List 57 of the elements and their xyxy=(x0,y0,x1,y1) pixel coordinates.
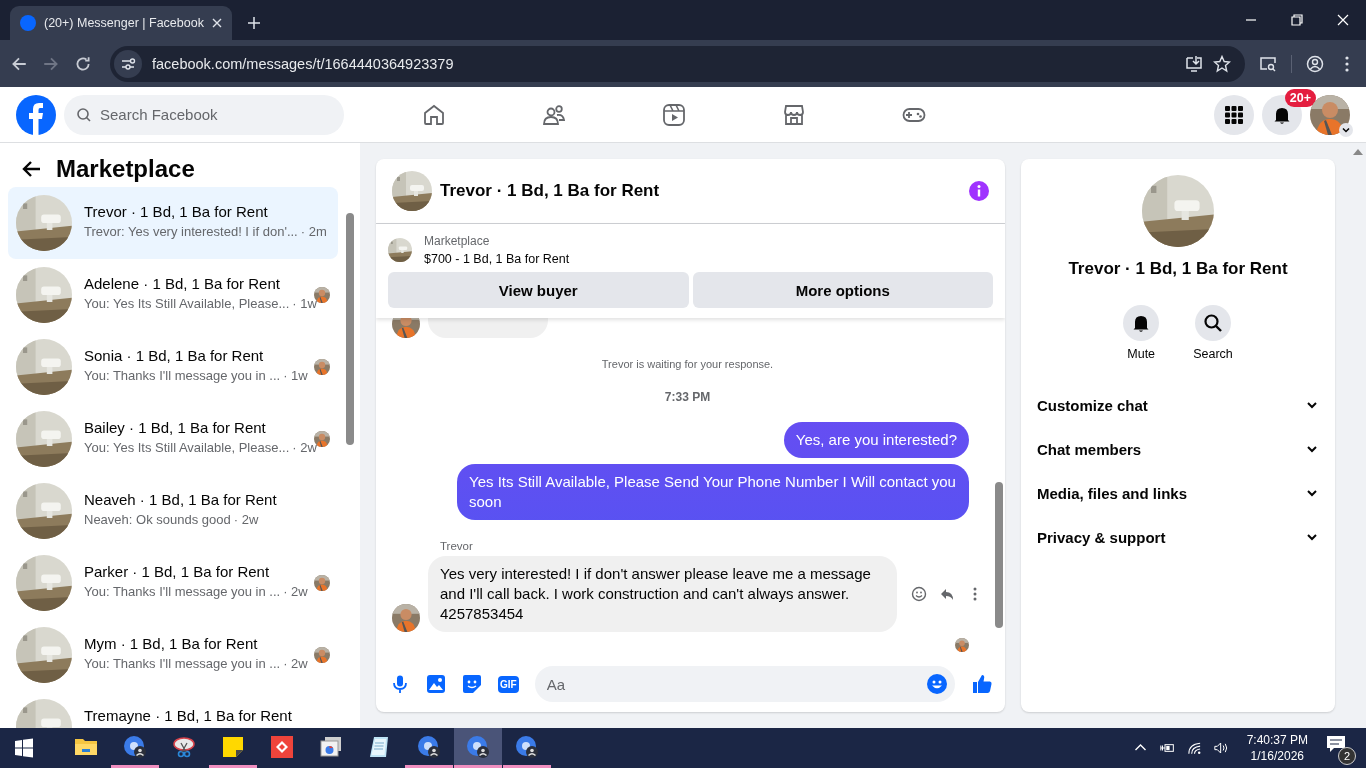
conversation-item[interactable]: Adelene · 1 Bd, 1 Ba for Rent You: Yes Its Still Available, Please... · 1w xyxy=(8,259,338,331)
sender-name: Trevor xyxy=(440,540,474,552)
message-time: · 1w xyxy=(292,296,317,311)
conversation-name: Mym · 1 Bd, 1 Ba for Rent xyxy=(84,635,259,652)
chat-title[interactable]: Trevor · 1 Bd, 1 Ba for Rent xyxy=(440,181,660,201)
conversation-name: Adelene · 1 Bd, 1 Ba for Rent xyxy=(84,275,281,292)
search-field[interactable]: Search Facebook xyxy=(64,94,344,135)
conversation-name: Trevor · 1 Bd, 1 Ba for Rent xyxy=(84,203,269,220)
view-buyer-button[interactable]: View buyer xyxy=(388,272,689,308)
message-preview: You: Thanks I'll message you in ... xyxy=(84,368,281,383)
section-header[interactable]: Customize chat xyxy=(1021,383,1335,427)
contact-name: Trevor · 1 Bd, 1 Ba for Rent xyxy=(1068,259,1288,279)
listing-title: $700 - 1 Bd, 1 Ba for Rent xyxy=(424,252,570,266)
conversation-item[interactable]: Neaveh · 1 Bd, 1 Ba for Rent Neaveh: Ok sounds good · 2w xyxy=(8,475,338,547)
search-input[interactable]: Search Facebook xyxy=(100,95,320,134)
conversation-item[interactable]: Mym · 1 Bd, 1 Ba for Rent You: Thanks I'll message you in ... · 2w xyxy=(8,619,338,691)
conversation-item[interactable]: Sonia · 1 Bd, 1 Ba for Rent You: Thanks I'll message you in ... · 1w xyxy=(8,331,338,403)
timestamp: 7:33 PM xyxy=(664,390,711,404)
message-preview: You: Yes Its Still Available, Please... xyxy=(84,440,290,455)
notification-badge: 20+ xyxy=(1284,88,1316,107)
conversation-item[interactable]: Trevor · 1 Bd, 1 Ba for Rent Trevor: Yes very interested! I if don'... · 2m xyxy=(8,187,338,259)
conversation-name: Bailey · 1 Bd, 1 Ba for Rent xyxy=(84,419,267,436)
section-header[interactable]: Media, files and links xyxy=(1021,471,1335,515)
browser-tab[interactable]: (20+) Messenger | Facebook xyxy=(10,6,232,40)
gif-button[interactable]: GIF xyxy=(498,675,519,693)
message-preview: You: Thanks I'll message you in ... xyxy=(84,584,281,599)
conversation-name: Tremayne · 1 Bd, 1 Ba for Rent xyxy=(84,707,293,724)
section-header[interactable]: Chat members xyxy=(1021,427,1335,471)
message-time: · 2w xyxy=(292,440,317,455)
message-time: · 2m xyxy=(300,224,327,239)
message-time: · 2w xyxy=(233,512,259,527)
conversation-name: Sonia · 1 Bd, 1 Ba for Rent xyxy=(84,347,265,364)
message-time: · 2w xyxy=(283,584,308,599)
section-header[interactable]: Privacy & support xyxy=(1021,515,1335,559)
message-preview: You: Yes Its Still Available, Please... xyxy=(84,296,290,311)
more-options-button[interactable]: More options xyxy=(692,272,993,308)
message-time: · 1w xyxy=(283,368,308,383)
conversation-name: Neaveh · 1 Bd, 1 Ba for Rent xyxy=(84,491,278,508)
sent-message: Yes Its Still Available, Please Send Your Phone Number I Will contact you soon xyxy=(457,464,969,520)
action-label: Mute xyxy=(1127,347,1156,361)
listing-label: Marketplace xyxy=(424,234,491,248)
action-label: Search xyxy=(1193,347,1233,361)
sent-message: Yes, are you interested? xyxy=(783,422,969,458)
message-preview: You: Thanks I'll message you in ... xyxy=(84,656,281,671)
conversation-item[interactable]: Bailey · 1 Bd, 1 Ba for Rent You: Yes Its Still Available, Please... · 2w xyxy=(8,403,338,475)
notification-count: 2 xyxy=(1338,747,1356,765)
clock-date[interactable]: 1/16/2026 xyxy=(1250,749,1304,763)
message-preview: Neaveh: Ok sounds good xyxy=(84,512,231,527)
address-bar[interactable]: facebook.com/messages/t/1664440364923379 xyxy=(110,45,1245,82)
conversation-item[interactable]: Parker · 1 Bd, 1 Ba for Rent You: Thanks I'll message you in ... · 2w xyxy=(8,547,338,619)
message-preview: Trevor: Yes very interested! I if don'... xyxy=(84,224,298,239)
message-time: · 2w xyxy=(283,656,308,671)
conversation-name: Parker · 1 Bd, 1 Ba for Rent xyxy=(84,563,271,580)
clock-time[interactable]: 7:40:37 PM xyxy=(1246,733,1308,747)
received-message: Yes very interested! I if don't answer please leave me a message and I'll call back. I work construction and can't always answer. 4257853454 xyxy=(428,556,897,632)
status-notice: Trevor is waiting for your response. xyxy=(601,358,774,370)
sidebar-title: Marketplace xyxy=(56,155,195,183)
